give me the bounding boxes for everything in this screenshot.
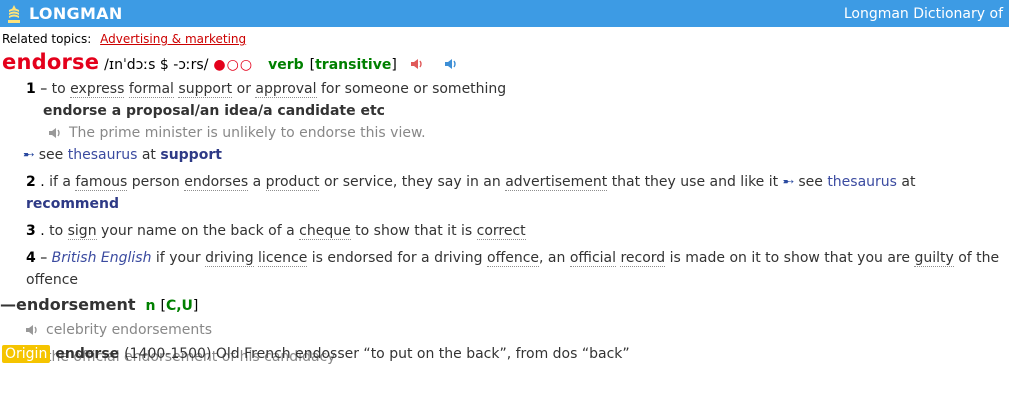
- derivative-grammar: [C,U]: [160, 298, 198, 314]
- derivative-pos: n: [145, 298, 156, 314]
- origin-text: (1400-1500) Old French endosser “to put …: [124, 346, 630, 362]
- thesaurus-ref-1: ➸ see thesaurus at support: [0, 144, 1009, 166]
- american-pronunciation-speaker-icon[interactable]: [443, 57, 459, 75]
- thesaurus-target-recommend[interactable]: recommend: [26, 196, 119, 212]
- sense-number: 3: [26, 223, 36, 239]
- example-text: celebrity endorsements: [46, 322, 213, 338]
- sense-separator: –: [35, 250, 52, 266]
- etymology: Origin endorse (1400-1500) Old French en…: [2, 343, 630, 365]
- definition-word-link[interactable]: offence: [487, 250, 540, 267]
- example-text: The prime minister is unlikely to endors…: [69, 125, 426, 141]
- example-1: The prime minister is unlikely to endors…: [0, 122, 1009, 144]
- see-label: see: [798, 174, 823, 190]
- definition-text: or service, they say in an: [323, 174, 501, 190]
- word: to: [51, 81, 66, 97]
- at-label: at: [901, 174, 916, 190]
- definition-text: person: [131, 174, 180, 190]
- at-label: at: [141, 147, 156, 163]
- sense-3: 3 . to sign your name on the back of a c…: [0, 220, 1009, 242]
- definition-text: , an: [539, 250, 566, 266]
- sense-2: 2 . if a famous person endorses a produc…: [0, 171, 1009, 215]
- definition-text: that they use and like it: [611, 174, 779, 190]
- definition-text: if a: [49, 174, 71, 190]
- gram-word: transitive: [315, 57, 392, 73]
- example-speaker-icon[interactable]: [24, 323, 40, 337]
- sense-separator: .: [35, 174, 50, 190]
- sense-number: 2: [26, 174, 36, 190]
- derivative-endorsement: —endorsement n [C,U]: [0, 295, 1009, 319]
- entry-headline: endorse /ɪnˈdɔːs $ -ɔːrs/ ●○○ verb [tran…: [0, 50, 1009, 76]
- example-speaker-icon[interactable]: [47, 126, 63, 140]
- definition-word-link[interactable]: cheque: [299, 223, 351, 240]
- definition-text: is endorsed for a driving: [311, 250, 483, 266]
- definition-word-link[interactable]: formal: [128, 81, 174, 98]
- derivative-example-1: celebrity endorsements: [0, 319, 1009, 341]
- definition-word-link[interactable]: express: [70, 81, 125, 98]
- topic-link-advertising[interactable]: Advertising & marketing: [100, 32, 246, 46]
- headword: endorse: [2, 50, 100, 74]
- definition-word-link[interactable]: approval: [255, 81, 317, 98]
- gram-close: ]: [192, 298, 199, 314]
- arrow-right-icon: ➸: [782, 174, 795, 190]
- definition-word-link[interactable]: correct: [476, 223, 526, 240]
- dictionary-title: Longman Dictionary of: [843, 5, 1003, 22]
- thesaurus-target-support[interactable]: support: [160, 147, 222, 163]
- definition-word-link[interactable]: support: [178, 81, 233, 98]
- definition-text: your name on the back of a: [101, 223, 295, 239]
- origin-badge: Origin: [2, 345, 51, 363]
- sense-4: 4 – British English if your driving lice…: [0, 247, 1009, 291]
- sense-separator: .: [35, 223, 50, 239]
- definition-word-link[interactable]: product: [265, 174, 320, 191]
- definition-word-link[interactable]: famous: [75, 174, 128, 191]
- definition-text: for someone or something: [320, 81, 507, 97]
- gram-word: C,U: [165, 298, 193, 314]
- definition-word-link[interactable]: licence: [258, 250, 308, 267]
- definition-word-link[interactable]: record: [620, 250, 666, 267]
- british-pronunciation-speaker-icon[interactable]: [409, 57, 425, 75]
- definition-text: a: [252, 174, 262, 190]
- collocation-text: endorse a proposal/an idea/a candidate e…: [43, 103, 385, 119]
- definition-text: is made on it to show that you are: [669, 250, 910, 266]
- definition-text: if your: [155, 250, 201, 266]
- sense-separator: –: [35, 81, 52, 97]
- related-topics-label: Related topics:: [2, 32, 92, 46]
- word: or: [236, 81, 251, 97]
- arrow-right-icon: ➸: [23, 147, 35, 163]
- derivative-word: endorsement: [16, 295, 136, 314]
- brand: LONGMAN: [6, 4, 123, 24]
- region-label: British English: [51, 250, 152, 266]
- grammar-code: [transitive]: [310, 57, 397, 73]
- definition-word-link[interactable]: advertisement: [505, 174, 608, 191]
- sense-number: 1: [26, 81, 36, 97]
- sense-number: 4: [26, 250, 36, 266]
- definition-text: to: [49, 223, 64, 239]
- definition-word-link[interactable]: official: [569, 250, 616, 267]
- frequency-dots: ●○○: [213, 57, 254, 73]
- definition-word-link[interactable]: sign: [67, 223, 97, 240]
- definition-word-link[interactable]: guilty: [914, 250, 954, 267]
- thesaurus-link[interactable]: thesaurus: [68, 147, 138, 163]
- origin-headword: endorse: [55, 346, 120, 362]
- definition-word-link[interactable]: endorses: [184, 174, 249, 191]
- app-header: LONGMAN Longman Dictionary of: [0, 0, 1009, 27]
- gram-close: ]: [391, 57, 397, 73]
- related-topics: Related topics: Advertising & marketing: [0, 27, 1009, 47]
- derivative-headword: —endorsement: [0, 295, 136, 314]
- see-label: see: [38, 147, 64, 163]
- definition-text: to show that it is: [355, 223, 473, 239]
- pronunciation: /ɪnˈdɔːs $ -ɔːrs/: [104, 57, 209, 73]
- collocation-1: endorse a proposal/an idea/a candidate e…: [0, 100, 1009, 122]
- brand-name: LONGMAN: [29, 4, 123, 23]
- derivative-dash: —: [0, 295, 16, 314]
- longman-logo-icon: [8, 4, 20, 23]
- part-of-speech: verb: [268, 57, 304, 73]
- thesaurus-link[interactable]: thesaurus: [827, 174, 897, 190]
- definition-word-link[interactable]: driving: [205, 250, 254, 267]
- sense-1: 1 – to express formal support or approva…: [0, 78, 1009, 100]
